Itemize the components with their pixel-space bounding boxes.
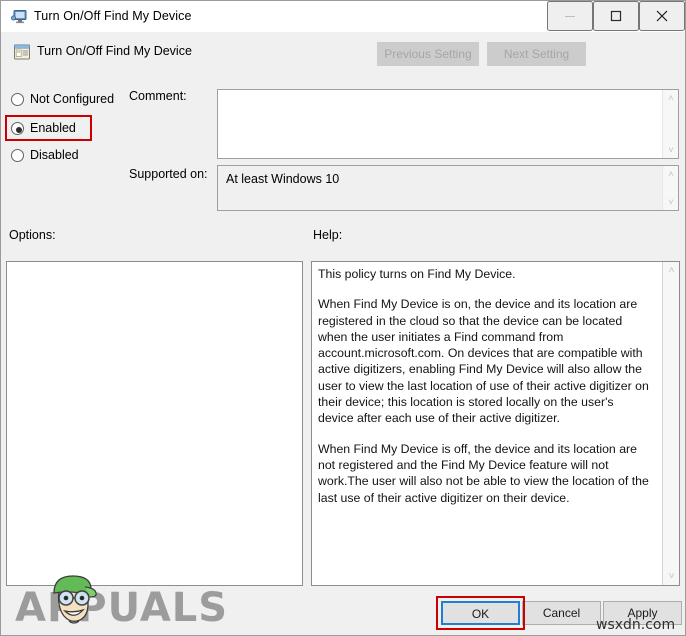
help-paragraph: When Find My Device is on, the device an… xyxy=(318,297,649,426)
radio-circle-disabled xyxy=(11,149,24,162)
radio-circle-not-configured xyxy=(11,93,24,106)
radio-label-not-configured: Not Configured xyxy=(30,92,115,106)
policy-name-label: Turn On/Off Find My Device xyxy=(37,44,192,58)
appuals-wordmark: APPUALS xyxy=(15,585,229,631)
radio-circle-enabled xyxy=(11,122,24,135)
next-setting-button[interactable]: Next Setting xyxy=(487,42,586,66)
help-paragraph: When Find My Device is off, the device a… xyxy=(318,441,649,505)
scroll-up-icon[interactable]: ˄ xyxy=(663,167,679,181)
scroll-down-icon[interactable]: ˅ xyxy=(663,143,679,157)
help-paragraph: This policy turns on Find My Device. xyxy=(318,267,516,281)
scroll-up-icon[interactable]: ˄ xyxy=(663,91,679,105)
comment-label: Comment: xyxy=(129,89,187,103)
title-bar: Turn On/Off Find My Device xyxy=(1,1,685,33)
supported-on-field: At least Windows 10 ˄ ˅ xyxy=(217,165,679,211)
monitor-icon xyxy=(11,9,28,25)
ok-button[interactable]: OK xyxy=(441,601,520,625)
comment-input[interactable]: ˄ ˅ xyxy=(217,89,679,159)
maximize-button[interactable] xyxy=(593,1,639,31)
dialog-header: Turn On/Off Find My Device Previous Sett… xyxy=(1,32,685,79)
radio-selected-dot xyxy=(15,126,22,133)
cancel-button[interactable]: Cancel xyxy=(522,601,601,625)
help-text: This policy turns on Find My Device. Whe… xyxy=(318,266,651,520)
supported-on-value: At least Windows 10 xyxy=(226,172,340,186)
maximize-icon xyxy=(610,10,622,22)
scroll-up-icon[interactable]: ˄ xyxy=(663,263,680,278)
apply-button[interactable]: Apply xyxy=(603,601,682,625)
help-scrollbar[interactable]: ˄ ˅ xyxy=(662,262,679,585)
appuals-watermark: APPUALS xyxy=(15,575,229,631)
previous-setting-button[interactable]: Previous Setting xyxy=(377,42,479,66)
comment-scrollbar[interactable]: ˄ ˅ xyxy=(662,90,678,158)
scroll-down-icon[interactable]: ˅ xyxy=(663,569,680,584)
close-button[interactable] xyxy=(639,1,685,31)
scroll-down-icon[interactable]: ˅ xyxy=(663,195,679,209)
policy-setting-dialog: Turn On/Off Find My Device Turn On/Off F… xyxy=(0,0,686,636)
supported-on-scrollbar[interactable]: ˄ ˅ xyxy=(662,166,678,210)
help-label: Help: xyxy=(313,228,343,242)
radio-label-enabled: Enabled xyxy=(30,121,76,135)
radio-label-disabled: Disabled xyxy=(30,148,79,162)
options-label: Options: xyxy=(9,228,56,242)
window-title: Turn On/Off Find My Device xyxy=(34,9,192,23)
help-panel: This policy turns on Find My Device. Whe… xyxy=(311,261,680,586)
minimize-icon xyxy=(565,16,575,17)
close-icon xyxy=(656,10,668,22)
options-panel[interactable] xyxy=(6,261,303,586)
minimize-button[interactable] xyxy=(547,1,593,31)
supported-on-label: Supported on: xyxy=(129,167,208,181)
policy-setting-icon xyxy=(13,43,31,61)
